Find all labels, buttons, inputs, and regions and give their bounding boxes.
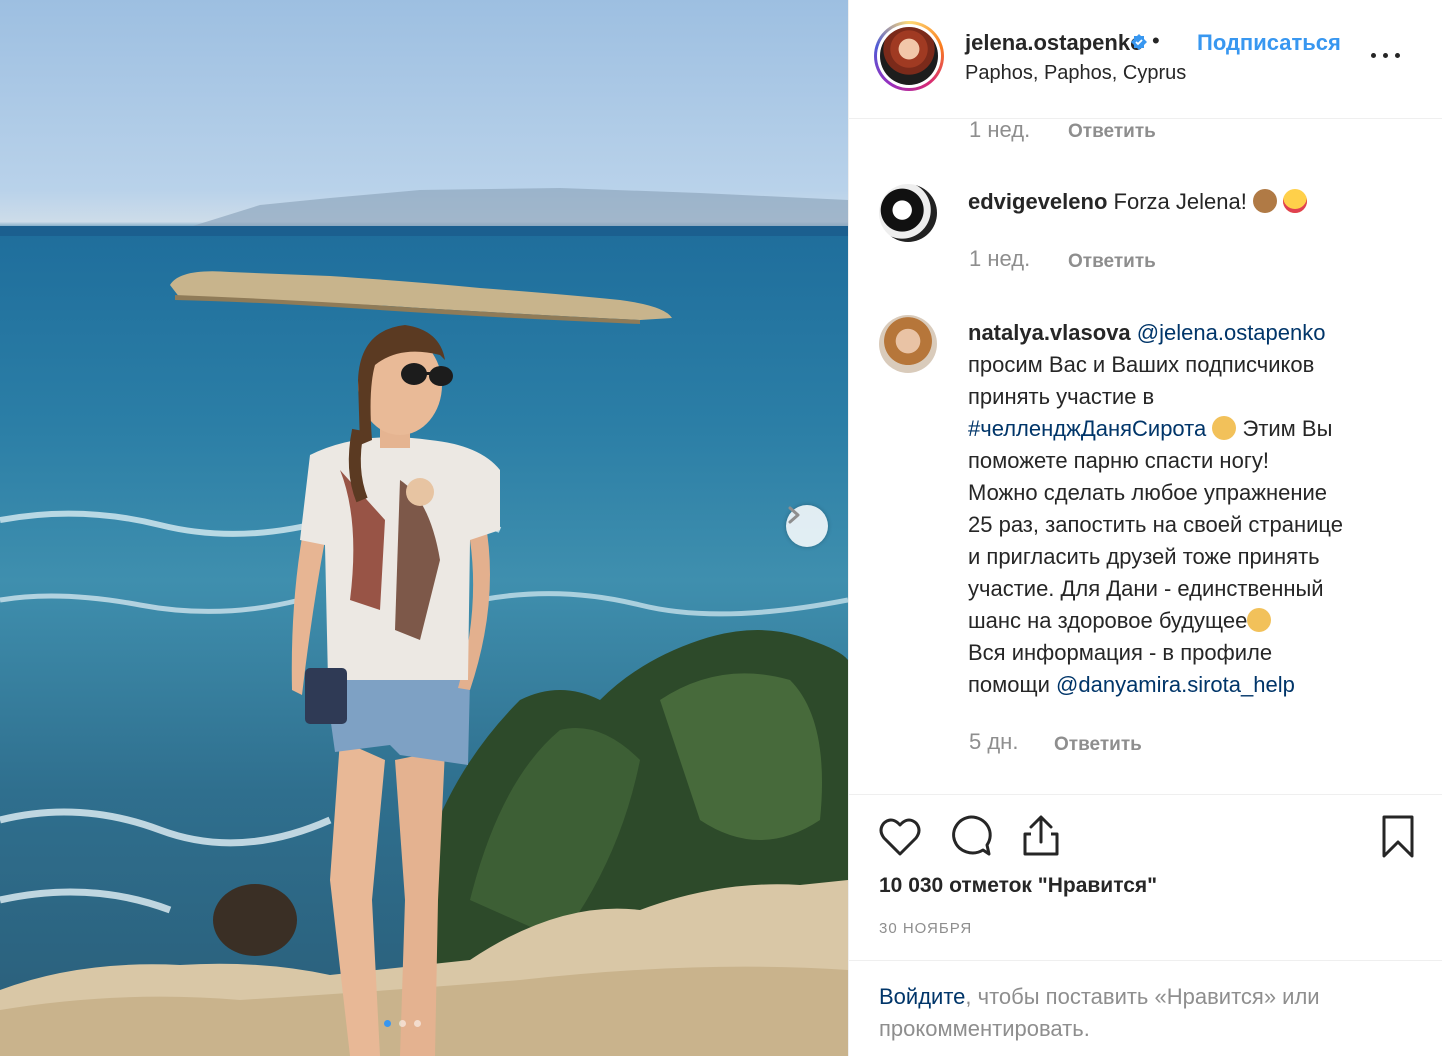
comment-body: edvigeveleno Forza Jelena! xyxy=(968,186,1408,218)
next-photo-button[interactable] xyxy=(786,505,828,547)
heart-icon[interactable] xyxy=(876,812,924,860)
reply-button[interactable]: Ответить xyxy=(1068,251,1156,273)
post-header: jelena.ostapenko • Подписаться Paphos, P… xyxy=(849,0,1442,119)
folded-hands-emoji-icon xyxy=(1212,416,1237,440)
comment-time[interactable]: 5 дн. xyxy=(969,729,1018,755)
author-avatar[interactable] xyxy=(874,21,944,91)
comment-mention[interactable]: @danyamira.sirota_help xyxy=(1056,672,1295,697)
author-username[interactable]: jelena.ostapenko xyxy=(965,30,1144,56)
bookmark-icon[interactable] xyxy=(1374,812,1422,860)
comment-line: участие. Для Дани - единственный xyxy=(968,576,1324,601)
commenter-avatar[interactable] xyxy=(879,315,937,373)
heart-eyes-emoji-icon xyxy=(1283,189,1308,213)
commenter-avatar[interactable] xyxy=(879,184,937,242)
share-icon[interactable] xyxy=(1017,812,1065,860)
comment-line: помощи xyxy=(968,672,1050,697)
carousel-indicator xyxy=(384,1020,421,1027)
likes-count[interactable]: 10 030 отметок "Нравится" xyxy=(879,874,1157,898)
verified-badge-icon xyxy=(1131,34,1147,50)
comment-icon[interactable] xyxy=(947,812,995,860)
comment-username[interactable]: edvigeveleno xyxy=(968,189,1107,214)
comment-hashtag[interactable]: #челленджДаняСирота xyxy=(968,416,1206,441)
comment-line: 25 раз, запостить на своей странице xyxy=(968,512,1343,537)
comment-username[interactable]: natalya.vlasova xyxy=(968,320,1131,345)
comment-time[interactable]: 1 нед. xyxy=(969,119,1030,143)
carousel-dot xyxy=(399,1020,406,1027)
chevron-right-icon xyxy=(788,506,800,524)
post-location[interactable]: Paphos, Paphos, Cyprus xyxy=(965,62,1186,85)
post-date: 30 НОЯБРЯ xyxy=(879,920,973,937)
comment-line: поможете парню спасти ногу! xyxy=(968,448,1269,473)
more-icon xyxy=(1371,53,1376,58)
comment-mention[interactable]: @jelena.ostapenko xyxy=(1137,320,1326,345)
post-photo xyxy=(0,0,848,1056)
comment-line: Можно сделать любое упражнение xyxy=(968,480,1328,505)
reply-button[interactable]: Ответить xyxy=(1054,734,1142,756)
reply-button[interactable]: Ответить xyxy=(1068,121,1156,143)
post-side-panel: jelena.ostapenko • Подписаться Paphos, P… xyxy=(848,0,1442,1056)
comment-text: Forza Jelena! xyxy=(1113,189,1247,214)
carousel-dot xyxy=(384,1020,391,1027)
header-separator: • xyxy=(1152,28,1160,53)
comment-line: принять участие в xyxy=(968,384,1155,409)
post-actions xyxy=(849,800,1442,870)
follow-button[interactable]: Подписаться xyxy=(1197,30,1341,56)
more-options-button[interactable] xyxy=(1369,40,1409,70)
comment-line: и пригласить друзей тоже принять xyxy=(968,544,1320,569)
comment-body: natalya.vlasova @jelena.ostapenko просим… xyxy=(968,317,1408,701)
login-link[interactable]: Войдите xyxy=(879,984,965,1009)
comment-line: Этим Вы xyxy=(1242,416,1333,441)
flexed-biceps-emoji-icon xyxy=(1252,189,1277,213)
comment-time[interactable]: 1 нед. xyxy=(969,246,1030,272)
comment-line: просим Вас и Ваших подписчиков xyxy=(968,352,1315,377)
comment-line: шанс на здоровое будущее xyxy=(968,608,1248,633)
folded-hands-emoji-icon xyxy=(1247,608,1272,632)
comments-list: 1 нед. Ответить edvigeveleno Forza Jelen… xyxy=(849,119,1442,795)
comment-line: Вся информация - в профиле xyxy=(968,640,1273,665)
carousel-dot xyxy=(414,1020,421,1027)
photo-scene xyxy=(0,188,848,1056)
login-prompt: Войдите, чтобы поставить «Нравится» или … xyxy=(849,960,1442,1057)
